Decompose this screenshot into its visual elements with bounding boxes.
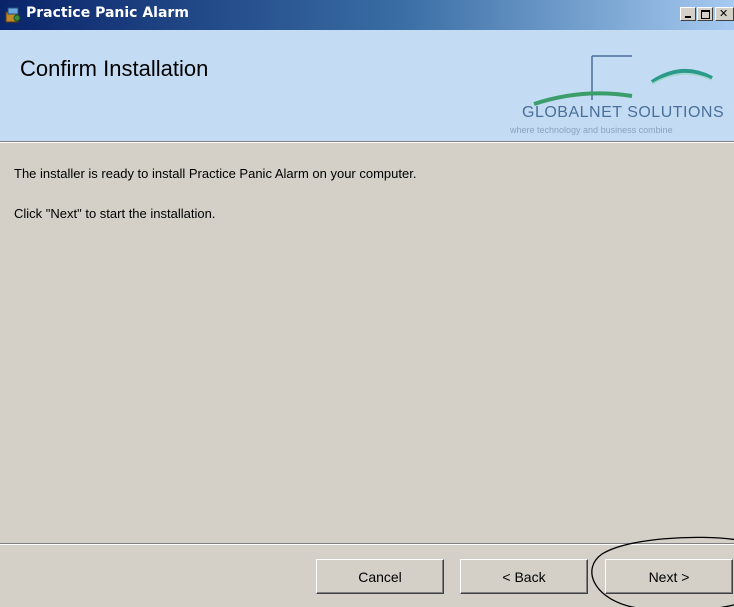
cancel-button[interactable]: Cancel bbox=[316, 559, 444, 594]
instruction-message: Click "Next" to start the installation. bbox=[14, 206, 216, 221]
window-title: Practice Panic Alarm bbox=[26, 5, 189, 21]
next-button[interactable]: Next > bbox=[605, 559, 733, 594]
close-icon[interactable] bbox=[715, 7, 734, 21]
header-banner: Confirm Installation GLOBALNET SOLUTIONS… bbox=[0, 30, 734, 141]
logo-tagline: where technology and business combine bbox=[510, 125, 673, 135]
page-title: Confirm Installation bbox=[20, 56, 209, 81]
title-bar[interactable]: Practice Panic Alarm bbox=[0, 0, 734, 30]
footer-divider bbox=[0, 543, 734, 545]
back-button[interactable]: < Back bbox=[460, 559, 588, 594]
minimize-icon[interactable] bbox=[680, 7, 696, 21]
ready-message: The installer is ready to install Practi… bbox=[14, 166, 417, 181]
installer-icon bbox=[5, 7, 21, 23]
logo-name: GLOBALNET SOLUTIONS bbox=[522, 104, 725, 121]
installer-window: Practice Panic Alarm Confirm Installatio… bbox=[0, 0, 734, 607]
globalnet-logo-icon bbox=[533, 55, 713, 106]
header-divider bbox=[0, 141, 734, 143]
maximize-icon[interactable] bbox=[697, 7, 713, 21]
